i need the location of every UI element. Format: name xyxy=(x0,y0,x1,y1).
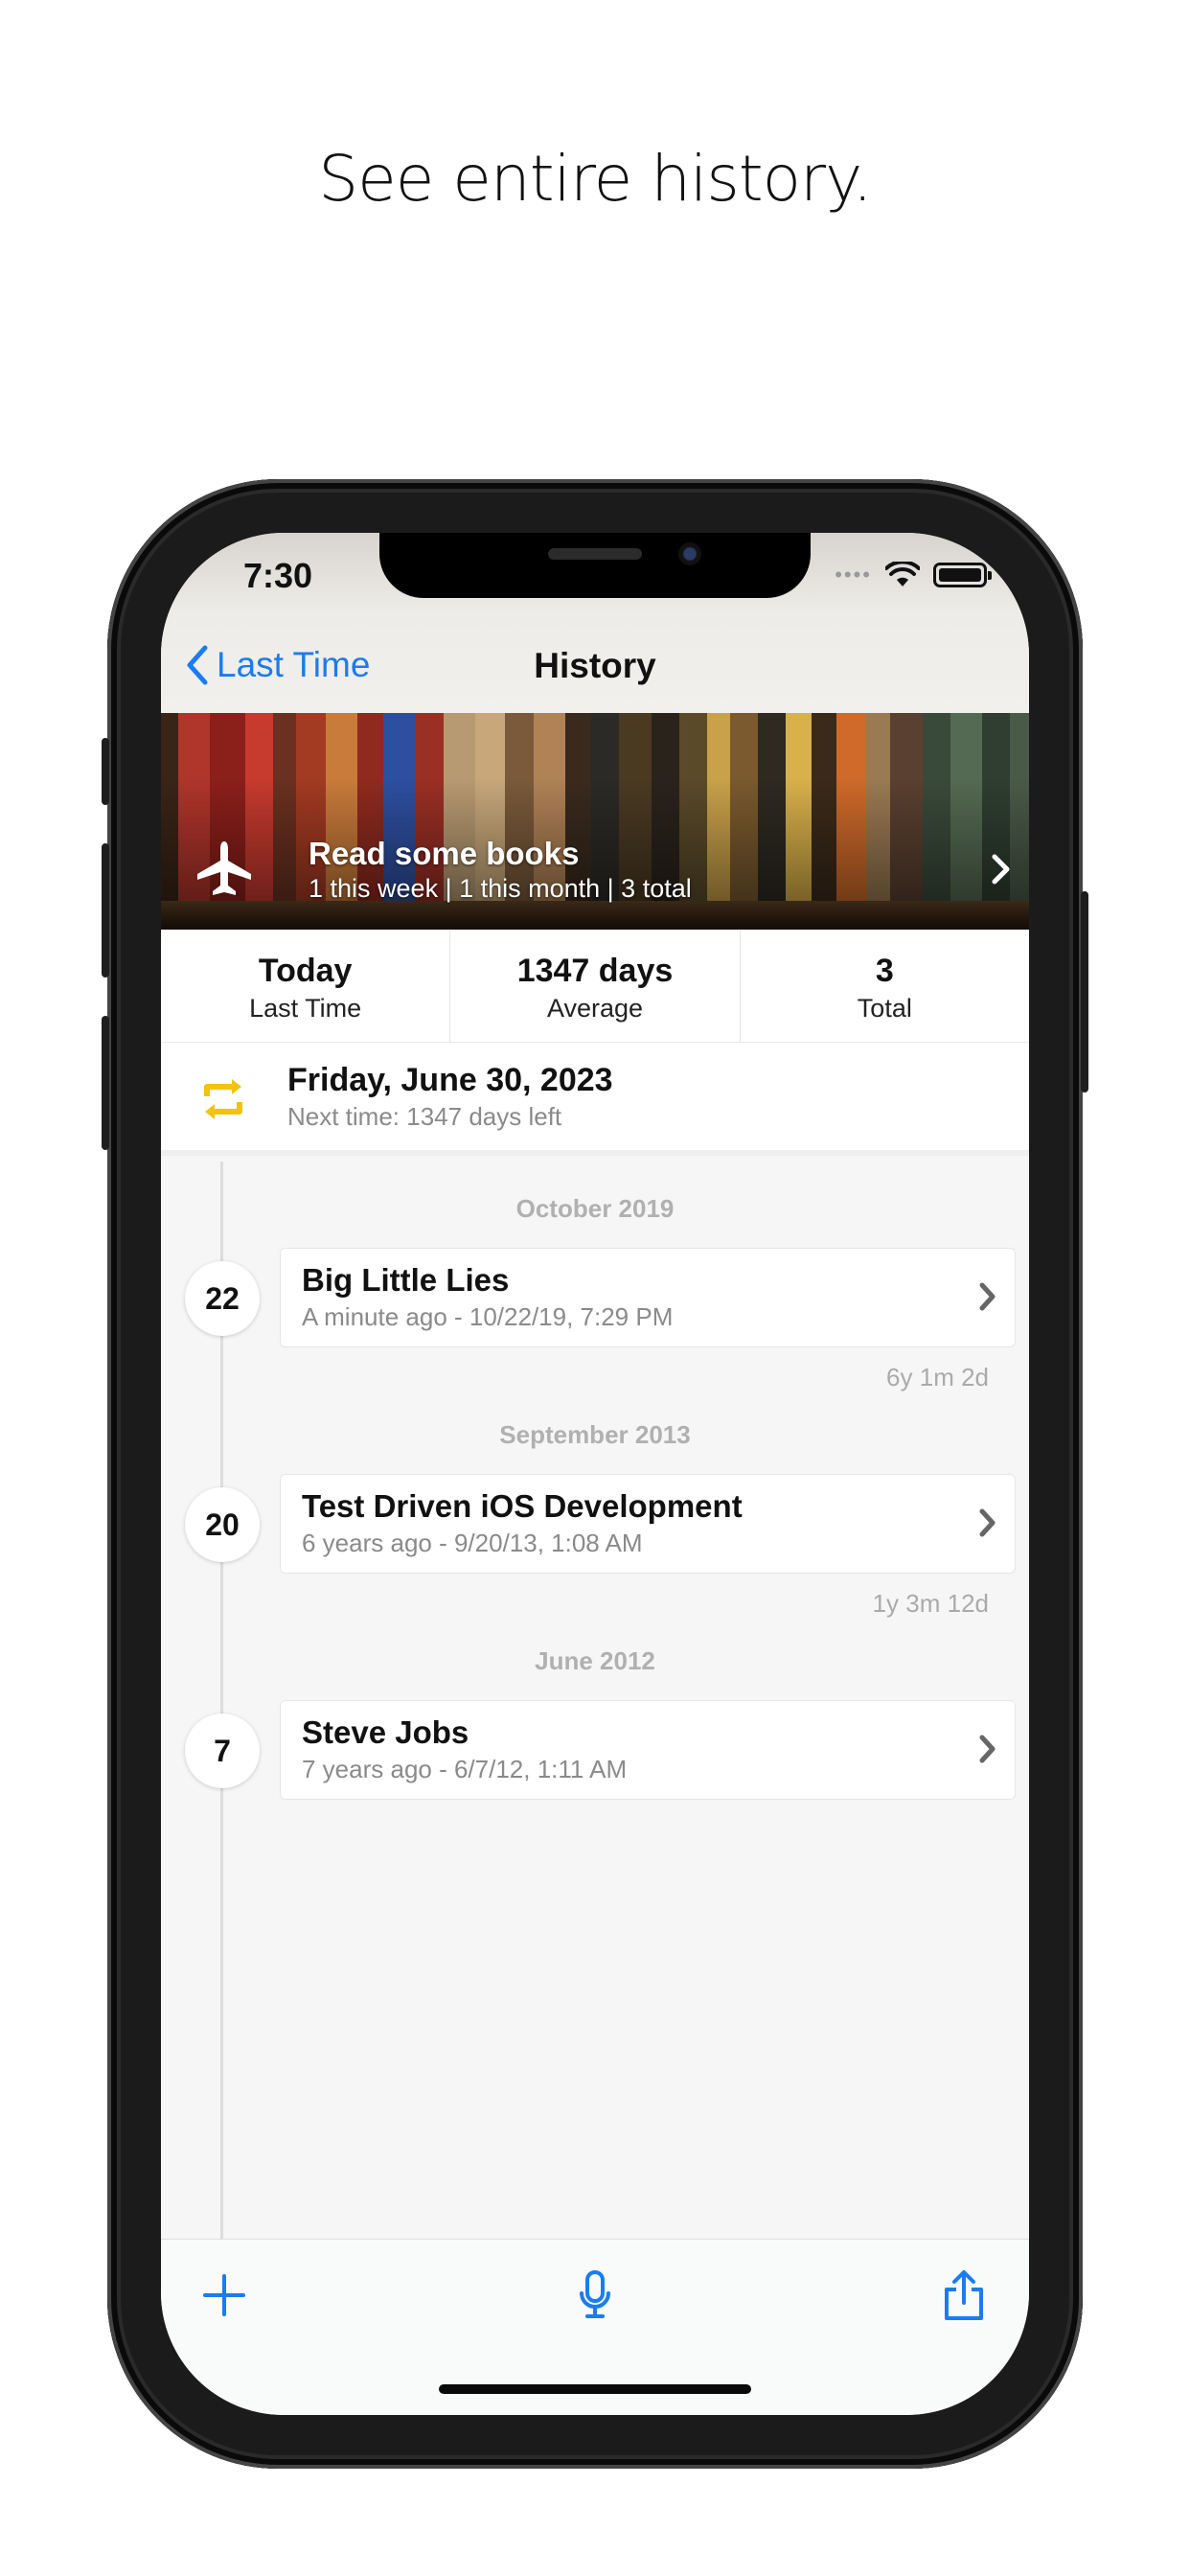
month-header: September 2013 xyxy=(499,1420,691,1449)
status-time: 7:30 xyxy=(243,556,313,595)
month-header: October 2019 xyxy=(515,1194,675,1223)
stat-label: Last Time xyxy=(249,994,362,1023)
mute-switch xyxy=(102,738,109,805)
day-badge: 20 xyxy=(185,1487,260,1562)
interval-label: 6y 1m 2d xyxy=(886,1363,989,1392)
signal-icon: •••• xyxy=(835,563,872,586)
notch xyxy=(379,533,811,598)
plus-icon[interactable] xyxy=(195,2266,253,2324)
history-entry[interactable]: Test Driven iOS Development 6 years ago … xyxy=(280,1474,1016,1574)
speaker-grille xyxy=(548,548,642,560)
entry-title: Test Driven iOS Development xyxy=(302,1488,743,1524)
phone-frame: 7:30 •••• Last Time History Read some bo… xyxy=(102,479,1088,2469)
stat-value: Today xyxy=(258,953,353,989)
chevron-left-icon xyxy=(187,645,208,685)
stat-label: Total xyxy=(857,994,912,1023)
volume-up-button xyxy=(102,843,109,978)
battery-icon xyxy=(933,563,992,587)
stat-average: 1347 days Average xyxy=(450,930,741,1042)
microphone-icon[interactable] xyxy=(566,2266,624,2324)
share-icon[interactable] xyxy=(935,2266,993,2324)
status-indicators: •••• xyxy=(835,562,992,588)
home-indicator xyxy=(439,2384,751,2394)
page-headline: See entire history. xyxy=(318,142,873,216)
interval-label: 1y 3m 12d xyxy=(872,1589,989,1618)
chevron-right-icon xyxy=(979,1282,995,1311)
chevron-right-icon xyxy=(992,854,1010,885)
wifi-icon xyxy=(885,562,920,586)
entry-title: Steve Jobs xyxy=(302,1714,469,1750)
day-badge: 7 xyxy=(185,1714,260,1788)
activity-banner[interactable]: Read some books 1 this week | 1 this mon… xyxy=(161,713,1029,930)
history-entry[interactable]: Steve Jobs 7 years ago - 6/7/12, 1:11 AM xyxy=(280,1700,1016,1800)
stat-label: Average xyxy=(546,994,644,1023)
history-entry[interactable]: Big Little Lies A minute ago - 10/22/19,… xyxy=(280,1248,1016,1347)
volume-down-button xyxy=(102,1016,109,1150)
chevron-right-icon xyxy=(979,1508,995,1537)
stat-value: 1347 days xyxy=(516,953,674,989)
day-badge: 22 xyxy=(185,1261,260,1336)
next-date: Friday, June 30, 2023 xyxy=(287,1062,613,1098)
airplane-icon xyxy=(197,841,251,895)
entry-timestamp: A minute ago - 10/22/19, 7:29 PM xyxy=(302,1302,674,1331)
next-time-remaining: Next time: 1347 days left xyxy=(287,1102,562,1131)
phone-screen: 7:30 •••• Last Time History Read some bo… xyxy=(161,533,1029,2415)
stats-row: Today Last Time 1347 days Average 3 Tota… xyxy=(161,930,1029,1043)
month-header: June 2012 xyxy=(535,1646,655,1675)
entry-timestamp: 7 years ago - 6/7/12, 1:11 AM xyxy=(302,1755,628,1783)
stat-total: 3 Total xyxy=(741,930,1029,1042)
next-time-row: Friday, June 30, 2023 Next time: 1347 da… xyxy=(161,1043,1029,1156)
back-label: Last Time xyxy=(217,645,371,684)
stat-last-time: Today Last Time xyxy=(161,930,451,1042)
side-button xyxy=(1081,891,1088,1092)
entry-timestamp: 6 years ago - 9/20/13, 1:08 AM xyxy=(302,1529,643,1557)
chevron-right-icon xyxy=(979,1735,995,1763)
activity-title: Read some books xyxy=(309,836,580,871)
stat-value: 3 xyxy=(875,953,894,989)
activity-summary: 1 this week | 1 this month | 3 total xyxy=(309,874,692,903)
repeat-icon xyxy=(204,1079,242,1119)
back-button[interactable]: Last Time xyxy=(184,644,370,686)
entry-title: Big Little Lies xyxy=(302,1262,510,1298)
front-camera xyxy=(678,542,701,565)
